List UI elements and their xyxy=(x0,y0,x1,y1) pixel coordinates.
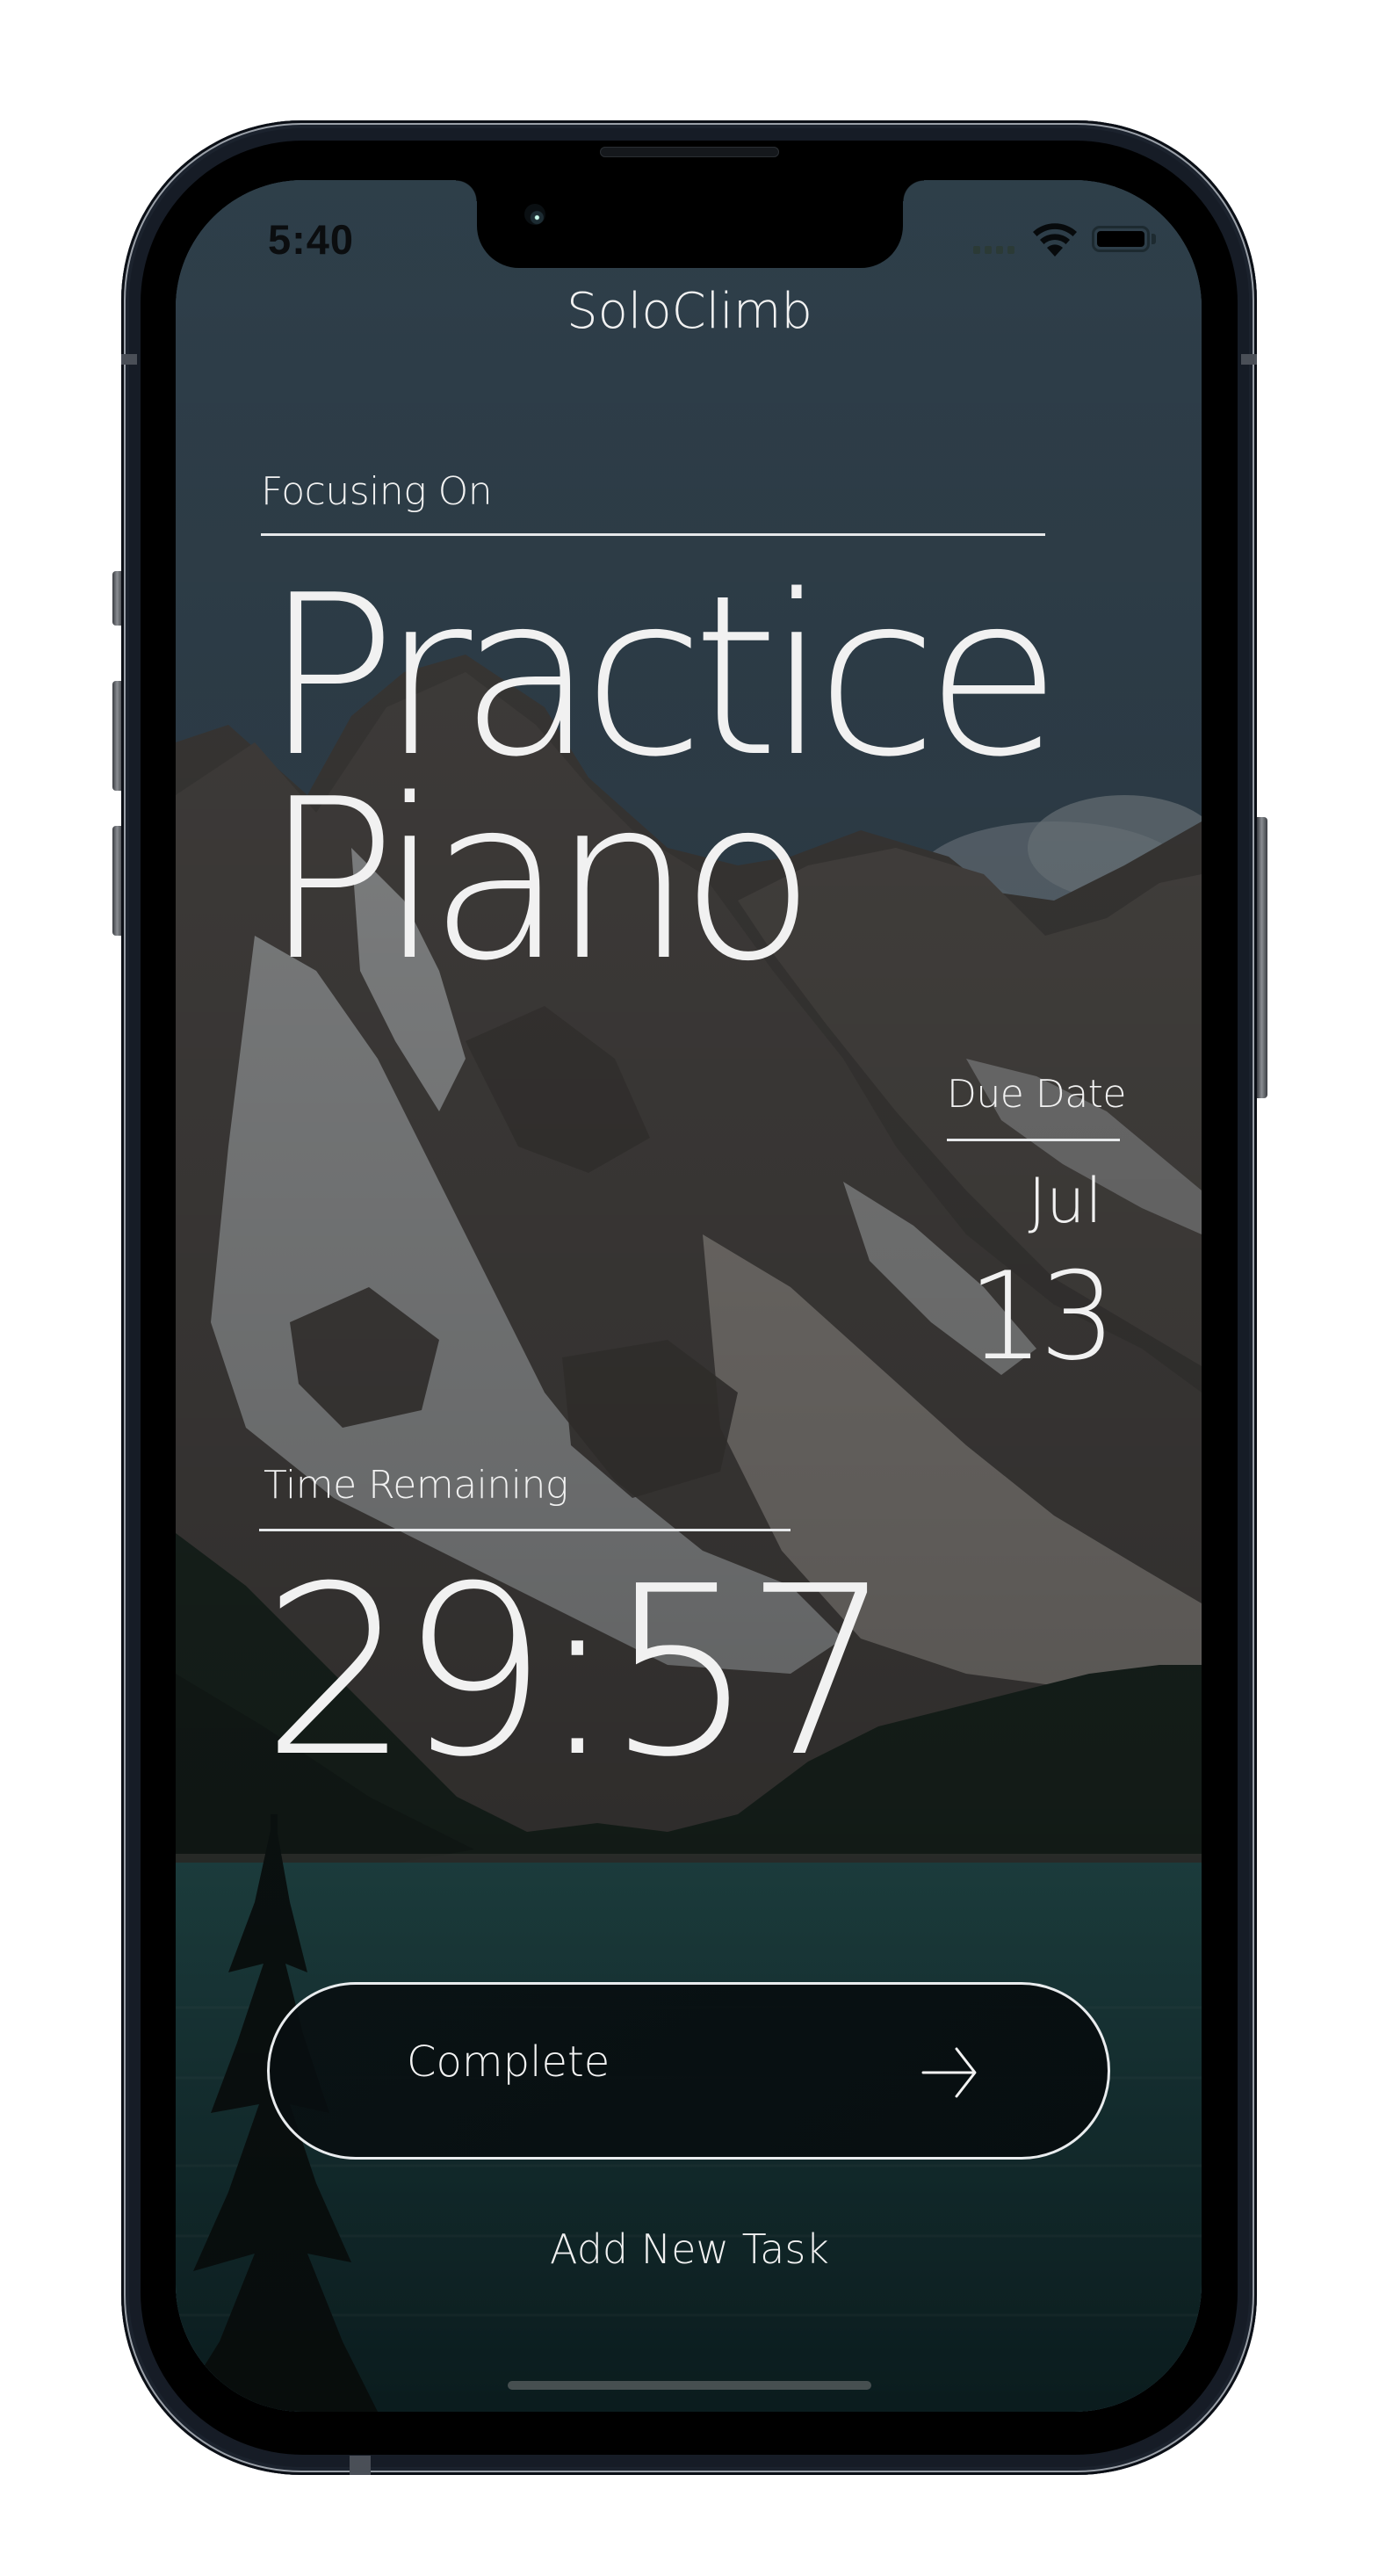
complete-button[interactable]: Complete xyxy=(267,1982,1110,2160)
signal-bar xyxy=(996,246,1003,254)
add-new-task-link[interactable]: Add New Task xyxy=(0,2229,1379,2269)
focusing-on-label: Focusing On xyxy=(261,469,493,514)
due-date-label: Due Date xyxy=(947,1072,1127,1117)
antenna-band xyxy=(350,2456,371,2475)
status-time: 5:40 xyxy=(268,216,355,263)
battery-cap xyxy=(1152,234,1156,244)
arrow-right-icon xyxy=(921,2047,977,2098)
signal-bar xyxy=(985,246,992,254)
battery-icon xyxy=(1092,226,1150,252)
notch xyxy=(456,180,924,268)
cellular-signal-icon xyxy=(973,246,1014,254)
focus-divider xyxy=(261,533,1045,536)
app-title: SoloClimb xyxy=(567,283,812,340)
task-title-line-2: Piano xyxy=(264,752,816,1009)
earpiece-speaker xyxy=(600,147,779,157)
due-month: Jul xyxy=(1028,1165,1102,1237)
power-button xyxy=(1257,817,1267,1098)
complete-button-label: Complete xyxy=(407,2037,610,2087)
battery-level xyxy=(1097,231,1144,247)
home-indicator[interactable] xyxy=(508,2381,871,2390)
task-title-line-1: Practice xyxy=(264,548,1062,806)
due-date-divider xyxy=(947,1139,1120,1141)
wifi-icon xyxy=(1033,223,1077,257)
due-day: 13 xyxy=(967,1246,1116,1387)
countdown-timer: 29:57 xyxy=(262,1536,893,1808)
timer-divider xyxy=(259,1529,791,1531)
antenna-band xyxy=(121,354,137,365)
signal-bar xyxy=(1007,246,1014,254)
antenna-band xyxy=(1241,354,1257,365)
current-task-title: Practice Piano xyxy=(264,548,1062,1009)
time-remaining-label: Time Remaining xyxy=(264,1463,568,1508)
signal-bar xyxy=(973,246,980,254)
front-camera xyxy=(524,204,545,225)
